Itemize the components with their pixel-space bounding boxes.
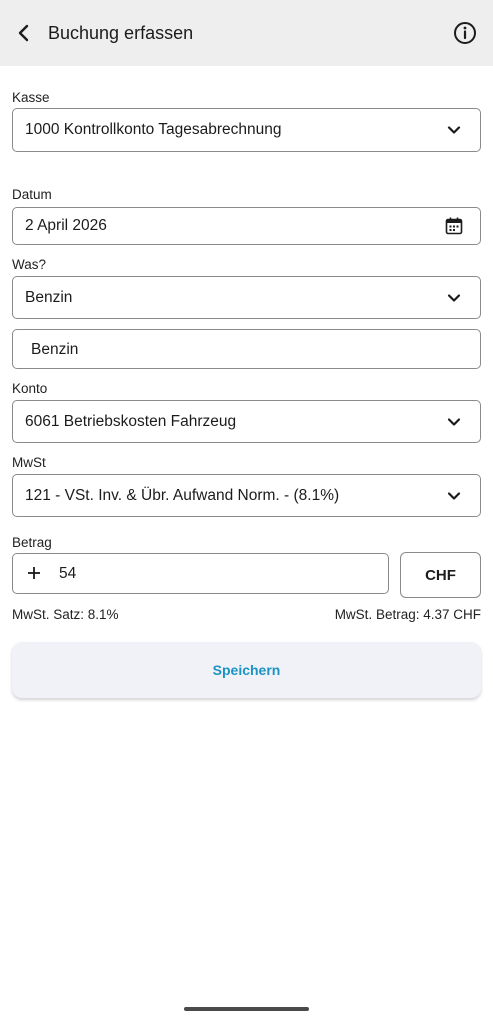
save-button[interactable]: Speichern — [12, 642, 481, 698]
konto-dropdown[interactable]: 6061 Betriebskosten Fahrzeug — [12, 400, 481, 443]
plus-icon[interactable] — [23, 562, 45, 584]
betrag-label: Betrag — [12, 535, 52, 550]
was-label: Was? — [12, 257, 47, 272]
info-circle-icon — [454, 22, 476, 44]
was-description-input[interactable]: Benzin — [12, 329, 481, 369]
kasse-value: 1000 Kontrollkonto Tagesabrechnung — [25, 121, 282, 138]
mwst-satz-text: MwSt. Satz: 8.1% — [12, 607, 119, 622]
app-bar: Buchung erfassen — [0, 0, 493, 66]
mwst-betrag-text: MwSt. Betrag: 4.37 CHF — [334, 607, 481, 622]
chevron-down-icon — [442, 118, 466, 142]
betrag-input[interactable]: 54 — [12, 553, 389, 594]
datum-value: 2 April 2026 — [25, 217, 107, 234]
was-dropdown[interactable]: Benzin — [12, 276, 481, 319]
currency-button[interactable]: CHF — [400, 552, 481, 598]
datum-label: Datum — [12, 187, 52, 202]
konto-value: 6061 Betriebskosten Fahrzeug — [25, 413, 237, 430]
konto-label: Konto — [12, 381, 48, 396]
chevron-down-icon — [442, 410, 466, 434]
mwst-dropdown[interactable]: 121 - VSt. Inv. & Übr. Aufwand Norm. - (… — [12, 474, 481, 517]
page-title: Buchung erfassen — [48, 23, 194, 43]
was-description-value: Benzin — [31, 341, 79, 358]
mwst-value: 121 - VSt. Inv. & Übr. Aufwand Norm. - (… — [25, 487, 340, 504]
calendar-icon[interactable] — [442, 214, 466, 238]
info-button[interactable] — [449, 17, 481, 49]
back-button[interactable] — [8, 17, 40, 49]
home-indicator[interactable] — [184, 1007, 309, 1011]
kasse-dropdown[interactable]: 1000 Kontrollkonto Tagesabrechnung — [12, 108, 481, 152]
datum-field[interactable]: 2 April 2026 — [12, 207, 481, 245]
kasse-label: Kasse — [12, 90, 50, 105]
was-value: Benzin — [25, 289, 73, 306]
mwst-label: MwSt — [12, 455, 46, 470]
betrag-value: 54 — [59, 565, 77, 582]
chevron-left-icon — [18, 24, 29, 42]
chevron-down-icon — [442, 484, 466, 508]
chevron-down-icon — [442, 286, 466, 310]
